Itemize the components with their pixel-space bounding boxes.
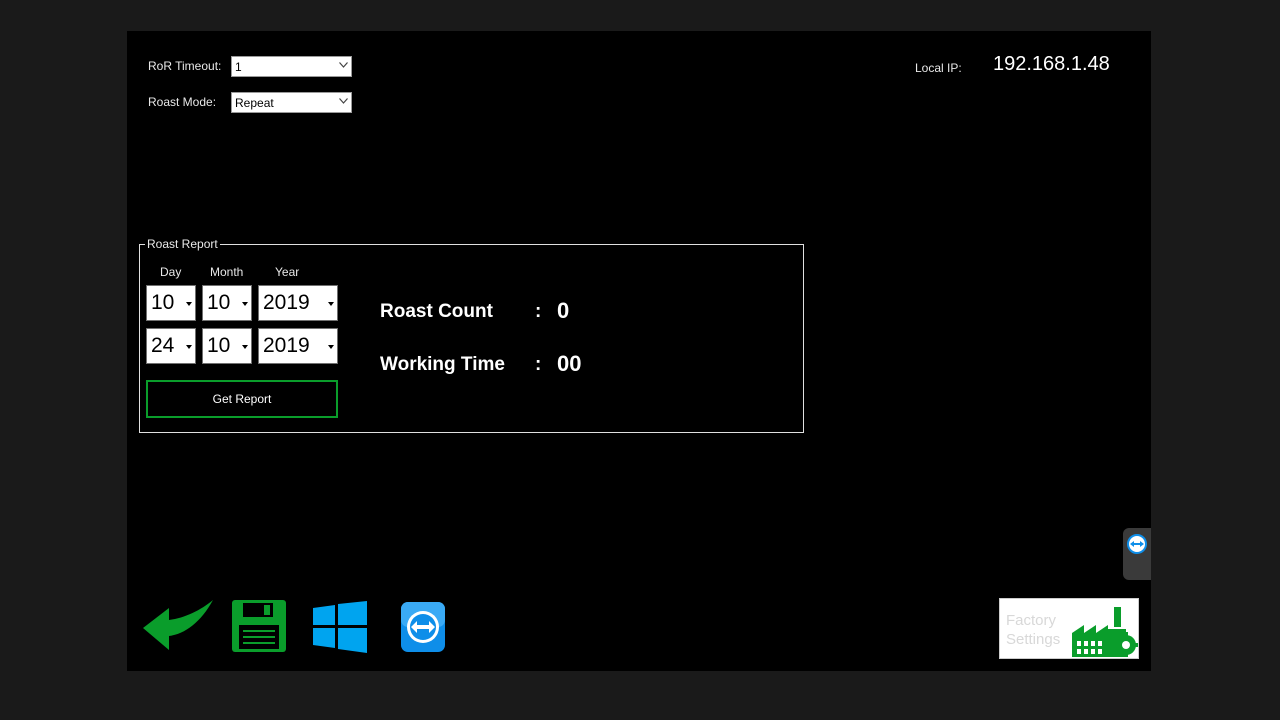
to-day-spinner[interactable]: 24 — [146, 328, 196, 364]
from-month-value: 10 — [207, 291, 231, 314]
spinner-arrow-icon — [186, 302, 192, 306]
from-month-spinner[interactable]: 10 — [202, 285, 252, 321]
working-time-label: Working Time — [380, 354, 505, 375]
from-day-value: 10 — [151, 291, 175, 314]
roast-report-title: Roast Report — [145, 237, 220, 251]
back-arrow-icon[interactable] — [141, 596, 215, 656]
factory-settings-line1: Factory — [1006, 612, 1057, 629]
save-icon[interactable] — [231, 599, 287, 653]
roast-count-separator: : — [535, 301, 542, 322]
ror-timeout-select[interactable]: 1 — [231, 56, 352, 77]
spinner-arrow-icon — [328, 345, 334, 349]
from-day-spinner[interactable]: 10 — [146, 285, 196, 321]
get-report-button[interactable]: Get Report — [146, 380, 338, 418]
roast-mode-label: Roast Mode: — [148, 95, 217, 109]
factory-settings-button[interactable]: Factory Settings — [999, 598, 1139, 659]
spinner-arrow-icon — [328, 302, 334, 306]
to-month-spinner[interactable]: 10 — [202, 328, 252, 364]
app-window: RoR Timeout: 1 Roast Mode: Repeat Local … — [127, 31, 1151, 671]
to-day-value: 24 — [151, 334, 175, 357]
local-ip-value: 192.168.1.48 — [993, 53, 1110, 75]
from-year-value: 2019 — [263, 291, 310, 314]
chevron-down-icon — [339, 98, 348, 104]
roast-mode-value: Repeat — [235, 96, 274, 110]
windows-icon[interactable] — [313, 601, 367, 653]
factory-icon — [1072, 607, 1138, 657]
spinner-arrow-icon — [242, 302, 248, 306]
roast-mode-select[interactable]: Repeat — [231, 92, 352, 113]
day-header: Day — [160, 265, 182, 279]
from-year-spinner[interactable]: 2019 — [258, 285, 338, 321]
month-header: Month — [210, 265, 244, 279]
year-header: Year — [275, 265, 300, 279]
teamviewer-side-tab[interactable] — [1123, 528, 1151, 580]
teamviewer-icon[interactable] — [399, 600, 447, 654]
teamviewer-icon — [1127, 534, 1147, 554]
local-ip-label: Local IP: — [915, 61, 962, 75]
spinner-arrow-icon — [242, 345, 248, 349]
to-year-spinner[interactable]: 2019 — [258, 328, 338, 364]
ror-timeout-label: RoR Timeout: — [148, 59, 222, 73]
ror-timeout-value: 1 — [235, 60, 242, 74]
spinner-arrow-icon — [186, 345, 192, 349]
factory-settings-line2: Settings — [1006, 631, 1061, 648]
to-month-value: 10 — [207, 334, 231, 357]
to-year-value: 2019 — [263, 334, 310, 357]
working-time-value: 00 — [557, 351, 582, 376]
chevron-down-icon — [339, 62, 348, 68]
working-time-separator: : — [535, 354, 542, 375]
roast-count-label: Roast Count — [380, 301, 493, 322]
roast-count-value: 0 — [557, 298, 570, 323]
